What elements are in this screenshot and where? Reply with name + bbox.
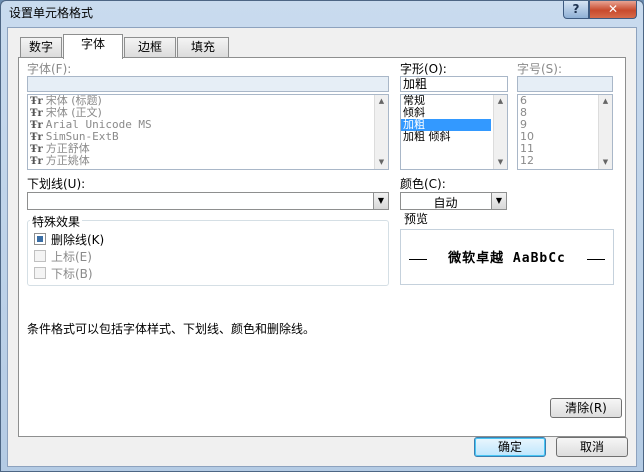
tab-fill[interactable]: 填充 <box>177 37 229 57</box>
window-title: 设置单元格格式 <box>9 6 94 20</box>
style-list-scrollbar[interactable]: ▲ ▼ <box>493 95 507 169</box>
chevron-down-icon[interactable]: ▼ <box>373 193 388 209</box>
truetype-icon: Ŧr <box>30 156 43 167</box>
scroll-down-icon[interactable]: ▼ <box>494 156 507 169</box>
size-list[interactable]: 6 8 9 10 11 12 ▲ ▼ <box>517 94 613 170</box>
scroll-up-icon[interactable]: ▲ <box>599 95 612 108</box>
color-value: 自动 <box>433 196 458 210</box>
font-input[interactable] <box>27 76 389 92</box>
scroll-down-icon[interactable]: ▼ <box>599 156 612 169</box>
chevron-down-icon[interactable]: ▼ <box>491 193 506 209</box>
strikethrough-label: 删除线(K) <box>51 233 105 247</box>
truetype-icon: Ŧr <box>30 144 43 155</box>
font-list[interactable]: Ŧr 宋体 (标题) Ŧr 宋体 (正文) Ŧr Arial Unicode MS Ŧ… <box>27 94 389 170</box>
clear-button[interactable]: 清除(R) <box>550 398 622 418</box>
cancel-button[interactable]: 取消 <box>556 437 628 457</box>
color-label: 颜色(C): <box>400 177 446 191</box>
style-label: 字形(O): <box>400 62 447 76</box>
underline-label: 下划线(U): <box>27 177 86 191</box>
tab-border[interactable]: 边框 <box>124 37 176 57</box>
close-button[interactable]: ✕ <box>589 1 637 19</box>
tab-number[interactable]: 数字 <box>20 37 62 57</box>
preview-box: 微软卓越 AaBbCc <box>400 229 614 285</box>
checkbox-icon[interactable] <box>34 267 46 279</box>
truetype-icon: Ŧr <box>30 120 43 131</box>
effects-title: 特殊效果 <box>30 213 83 230</box>
color-dropdown[interactable]: 自动 ▼ <box>400 192 507 210</box>
title-bar[interactable]: 设置单元格格式 ? ✕ <box>1 1 643 23</box>
preview-sample: 微软卓越 AaBbCc <box>448 251 566 266</box>
subscript-label: 下标(B) <box>51 267 93 281</box>
font-label: 字体(F): <box>27 62 72 76</box>
list-item[interactable]: Ŧr 方正姚体 <box>28 155 388 168</box>
truetype-icon: Ŧr <box>30 108 43 119</box>
style-list[interactable]: 常规 倾斜 加粗 加粗 倾斜 ▲ ▼ <box>400 94 508 170</box>
scroll-up-icon[interactable]: ▲ <box>375 95 388 108</box>
scroll-up-icon[interactable]: ▲ <box>494 95 507 108</box>
truetype-icon: Ŧr <box>30 96 43 107</box>
ok-button[interactable]: 确定 <box>474 437 546 457</box>
info-text: 条件格式可以包括字体样式、下划线、颜色和删除线。 <box>27 322 316 336</box>
underline-dropdown[interactable]: ▼ <box>27 192 389 210</box>
tab-font[interactable]: 字体 <box>63 34 123 59</box>
style-input[interactable]: 加粗 <box>400 76 508 92</box>
superscript-label: 上标(E) <box>51 250 92 264</box>
font-list-scrollbar[interactable]: ▲ ▼ <box>374 95 388 169</box>
checkbox-icon[interactable] <box>34 250 46 262</box>
help-button[interactable]: ? <box>563 1 589 19</box>
scroll-down-icon[interactable]: ▼ <box>375 156 388 169</box>
checkbox-checked-icon[interactable] <box>34 233 46 245</box>
format-cells-dialog: 设置单元格格式 ? ✕ 数字 字体 边框 填充 字体(F): Ŧr 宋体 (标题)… <box>0 0 644 472</box>
truetype-icon: Ŧr <box>30 132 43 143</box>
preview-title: 预览 <box>404 212 429 226</box>
size-input[interactable] <box>517 76 613 92</box>
size-label: 字号(S): <box>517 62 563 76</box>
dialog-client-area: 数字 字体 边框 填充 字体(F): Ŧr 宋体 (标题) Ŧr 宋体 (正文) Ŧ… <box>7 27 637 467</box>
size-list-scrollbar[interactable]: ▲ ▼ <box>598 95 612 169</box>
font-tab-panel: 字体(F): Ŧr 宋体 (标题) Ŧr 宋体 (正文) Ŧr Arial Unico… <box>18 57 626 437</box>
list-item[interactable]: 加粗 倾斜 <box>401 131 507 143</box>
effects-group: 特殊效果 删除线(K) 上标(E) 下标(B) <box>27 213 389 286</box>
